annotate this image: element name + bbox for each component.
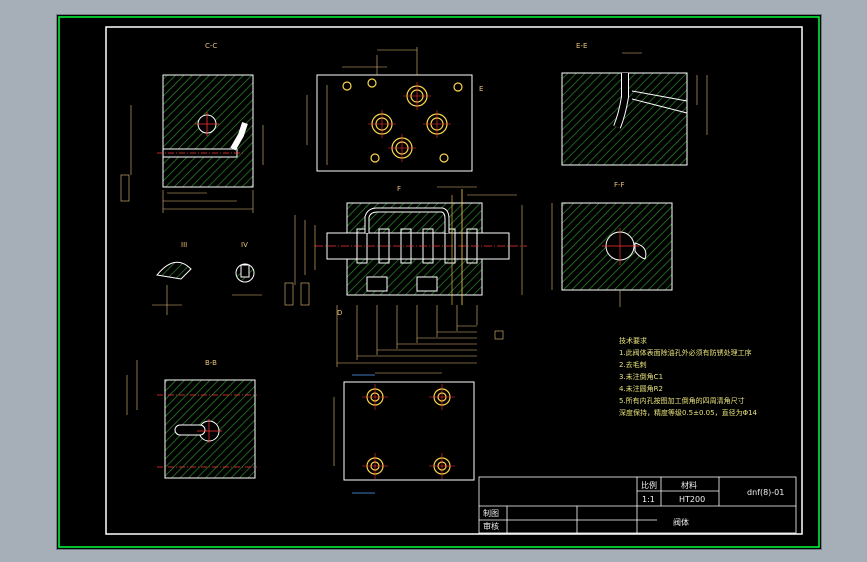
title-block-part-name: 阀体 — [673, 517, 689, 527]
section-bb-label: B-B — [205, 359, 217, 367]
title-block-material-label: 材料 — [681, 480, 697, 490]
top-view: E — [306, 47, 483, 172]
title-block-drawing-number: dnf(8)-01 — [747, 488, 784, 497]
engineering-drawing: C-C E E-E F D F-F III IV B-B 比例 材料 1:1 H… — [58, 16, 820, 548]
front-section-view: F D — [284, 185, 527, 367]
bottom-view — [333, 372, 475, 494]
top-view-body — [316, 74, 473, 172]
title-block-drawn-by: 制图 — [483, 508, 499, 518]
tech-note-3: 3.未注倒角C1 — [619, 373, 664, 381]
detail-iv-view: IV — [232, 241, 262, 296]
section-cc-label: C-C — [205, 42, 217, 50]
title-block-scale-label: 比例 — [641, 480, 657, 490]
section-bb-view: B-B — [126, 359, 257, 479]
tech-note-1: 1.此阀体表面除油孔外必须有防锈处理工序 — [619, 349, 752, 357]
title-block-material-value: HT200 — [679, 495, 705, 504]
e-marker-label: E — [479, 85, 483, 93]
section-cc-view: C-C — [120, 42, 264, 213]
d-marker-label: D — [337, 309, 342, 317]
title-block-scale-value: 1:1 — [642, 495, 655, 504]
f-marker-label: F — [397, 185, 401, 193]
tech-note-6: 深度保持，精度等级0.5±0.05，直径为Φ14 — [619, 409, 758, 417]
detail-iii-view: III — [152, 241, 192, 315]
tech-note-5: 5.所有内孔按图加工倒角的四周清角尺寸 — [619, 397, 745, 405]
detail-iv-label: IV — [241, 241, 248, 249]
tech-notes-title: 技术要求 — [619, 337, 647, 345]
title-block-checked-by: 审核 — [483, 521, 499, 531]
detail-iii-label: III — [181, 241, 187, 249]
section-ee-label: E-E — [576, 42, 587, 50]
title-block — [478, 476, 797, 534]
section-ff-view: F-F — [551, 181, 673, 307]
section-ee-view: E-E — [561, 42, 708, 166]
cad-viewport[interactable]: C-C E E-E F D F-F III IV B-B 比例 材料 1:1 H… — [56, 14, 822, 550]
tech-note-4: 4.未注圆角R2 — [619, 385, 663, 393]
tech-note-2: 2.去毛刺 — [619, 361, 647, 369]
section-ff-label: F-F — [614, 181, 625, 189]
